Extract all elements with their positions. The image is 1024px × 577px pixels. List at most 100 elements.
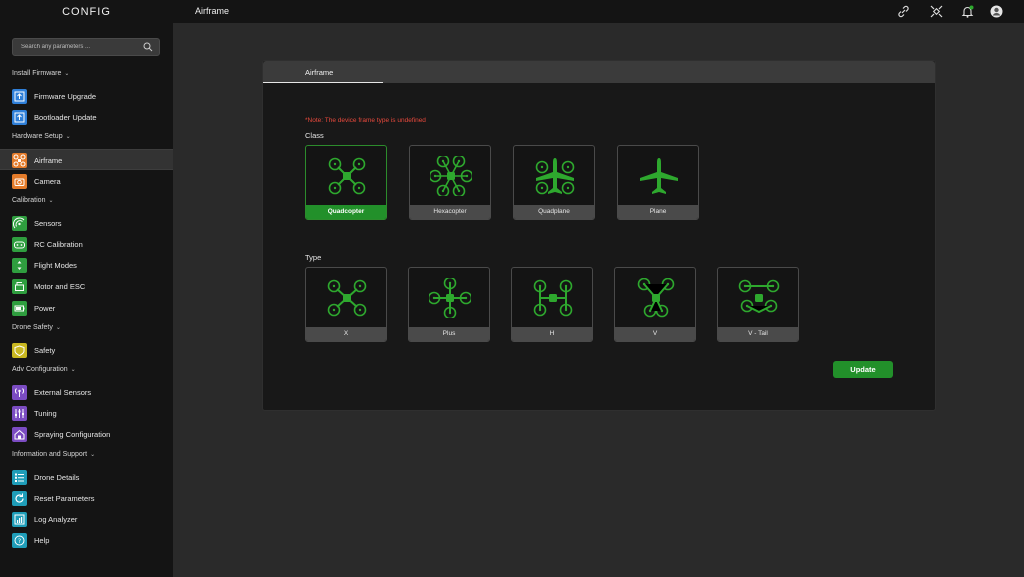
class-card-label: Plane bbox=[618, 205, 698, 219]
frame-x-icon bbox=[327, 279, 367, 317]
sidebar-item-label: Camera bbox=[34, 176, 61, 186]
section-header[interactable]: Adv Configuration ⌄ bbox=[12, 366, 76, 373]
class-card-plane[interactable]: Plane bbox=[617, 145, 699, 220]
tab-bar: Airframe bbox=[263, 61, 935, 83]
section-header[interactable]: Drone Safety ⌄ bbox=[12, 324, 61, 331]
sidebar-item-sensors[interactable]: Sensors bbox=[0, 213, 173, 234]
sidebar-item-label: Safety bbox=[34, 345, 56, 355]
reset-icon bbox=[12, 490, 27, 506]
top-bar: Airframe bbox=[173, 0, 1024, 23]
class-card-label: Quadcopter bbox=[306, 205, 386, 219]
sidebar-item-airframe[interactable]: Airframe bbox=[0, 149, 173, 171]
sidebar-item-label: Power bbox=[34, 303, 56, 313]
type-card-label: X bbox=[306, 327, 386, 341]
type-card-x[interactable]: X bbox=[305, 267, 387, 342]
section-header[interactable]: Hardware Setup ⌄ bbox=[12, 133, 71, 140]
sidebar-item-label: Motor and ESC bbox=[34, 282, 86, 292]
upload-icon bbox=[12, 110, 27, 126]
help-icon: ? bbox=[12, 533, 27, 549]
updown-icon bbox=[12, 258, 27, 274]
antenna-icon bbox=[12, 385, 27, 400]
chevron-down-icon: ⌄ bbox=[48, 197, 54, 204]
sidebar-item-label: Spraying Configuration bbox=[34, 430, 111, 440]
search-input[interactable] bbox=[21, 39, 139, 55]
sidebar-item-flight-modes[interactable]: Flight Modes bbox=[0, 255, 173, 276]
shield-icon bbox=[12, 342, 27, 358]
type-card-v-tail[interactable]: V - Tail bbox=[717, 267, 799, 342]
type-card-label: V - Tail bbox=[718, 327, 798, 341]
chevron-down-icon: ⌄ bbox=[90, 451, 96, 458]
section-header[interactable]: Information and Support ⌄ bbox=[12, 451, 95, 458]
update-button[interactable]: Update bbox=[833, 361, 893, 378]
frame-plus-icon bbox=[429, 278, 471, 318]
search-icon[interactable] bbox=[143, 42, 153, 52]
section-header[interactable]: Calibration ⌄ bbox=[12, 197, 54, 204]
app-title: CONFIG bbox=[62, 6, 111, 18]
sidebar-item-label: Airframe bbox=[34, 156, 63, 166]
tab-airframe[interactable]: Airframe bbox=[263, 61, 383, 83]
page-title: Airframe bbox=[195, 6, 230, 16]
sidebar-item-motor-and-esc[interactable]: Motor and ESC bbox=[0, 276, 173, 297]
sidebar: CONFIG Install Firmware⌄ Firmware Upgrade… bbox=[0, 0, 173, 577]
class-card-hexacopter[interactable]: Hexacopter bbox=[409, 145, 491, 220]
sidebar-item-reset-parameters[interactable]: Reset Parameters bbox=[0, 488, 173, 509]
sidebar-item-camera[interactable]: Camera bbox=[0, 171, 173, 192]
sidebar-item-label: Drone Details bbox=[34, 472, 80, 482]
sidebar-item-label: RC Calibration bbox=[34, 240, 83, 249]
sidebar-item-tuning[interactable]: Tuning bbox=[0, 403, 173, 424]
sidebar-item-safety[interactable]: Safety bbox=[0, 340, 173, 361]
frame-h-icon bbox=[533, 279, 573, 317]
user-icon[interactable] bbox=[990, 5, 1003, 18]
satellite-icon[interactable] bbox=[930, 5, 943, 18]
sidebar-item-drone-details[interactable]: Drone Details bbox=[0, 467, 173, 488]
type-label: Type bbox=[305, 253, 322, 262]
search-box[interactable] bbox=[12, 38, 160, 56]
bell-icon[interactable] bbox=[961, 5, 974, 18]
sidebar-item-power[interactable]: Power bbox=[0, 298, 173, 319]
battery-icon bbox=[12, 300, 27, 316]
upload-icon bbox=[12, 89, 27, 104]
sliders-icon bbox=[12, 406, 27, 422]
link-icon[interactable] bbox=[897, 5, 910, 18]
class-label: Class bbox=[305, 131, 324, 140]
quadcopter-icon bbox=[328, 157, 366, 195]
svg-text:?: ? bbox=[18, 537, 21, 545]
sidebar-item-rc-calibration[interactable]: RC Calibration bbox=[0, 234, 173, 255]
type-card-v[interactable]: V bbox=[614, 267, 696, 342]
class-card-quadplane[interactable]: Quadplane bbox=[513, 145, 595, 220]
quadplane-icon bbox=[535, 158, 575, 195]
frame-v-icon bbox=[637, 278, 675, 318]
section-label: Drone Safety bbox=[12, 323, 53, 331]
signal-icon bbox=[12, 215, 27, 231]
spray-icon bbox=[12, 427, 27, 443]
chevron-down-icon: ⌄ bbox=[64, 71, 70, 77]
sidebar-item-spraying-configuration[interactable]: Spraying Configuration bbox=[0, 424, 173, 445]
type-card-label: Plus bbox=[409, 327, 489, 341]
section-label: Adv Configuration bbox=[12, 366, 68, 373]
motor-icon bbox=[12, 279, 27, 295]
class-card-label: Hexacopter bbox=[410, 205, 490, 219]
sidebar-item-bootloader-update[interactable]: Bootloader Update bbox=[0, 107, 173, 128]
class-card-quadcopter[interactable]: Quadcopter bbox=[305, 145, 387, 220]
chevron-down-icon: ⌄ bbox=[55, 324, 61, 331]
type-card-h[interactable]: H bbox=[511, 267, 593, 342]
airframe-panel: Airframe *Note: The device frame type is… bbox=[262, 60, 936, 411]
hexacopter-icon bbox=[430, 156, 472, 196]
sidebar-item-label: Bootloader Update bbox=[34, 113, 97, 123]
section-label: Hardware Setup bbox=[12, 133, 63, 141]
sidebar-item-label: Flight Modes bbox=[34, 261, 77, 271]
chevron-down-icon: ⌄ bbox=[65, 134, 71, 141]
chevron-down-icon: ⌄ bbox=[70, 367, 76, 373]
list-icon bbox=[12, 469, 27, 485]
sidebar-item-label: Log Analyzer bbox=[34, 515, 78, 524]
sidebar-item-log-analyzer[interactable]: Log Analyzer bbox=[0, 509, 173, 530]
chart-icon bbox=[12, 512, 27, 527]
sidebar-item-external-sensors[interactable]: External Sensors bbox=[0, 382, 173, 403]
sidebar-item-help[interactable]: ? Help bbox=[0, 530, 173, 551]
sidebar-item-label: Reset Parameters bbox=[34, 493, 95, 503]
plane-icon bbox=[640, 158, 678, 194]
gamepad-icon bbox=[12, 237, 27, 252]
section-header[interactable]: Install Firmware ⌄ bbox=[12, 70, 69, 77]
type-card-plus[interactable]: Plus bbox=[408, 267, 490, 342]
sidebar-item-firmware-upgrade[interactable]: Firmware Upgrade bbox=[0, 86, 173, 107]
